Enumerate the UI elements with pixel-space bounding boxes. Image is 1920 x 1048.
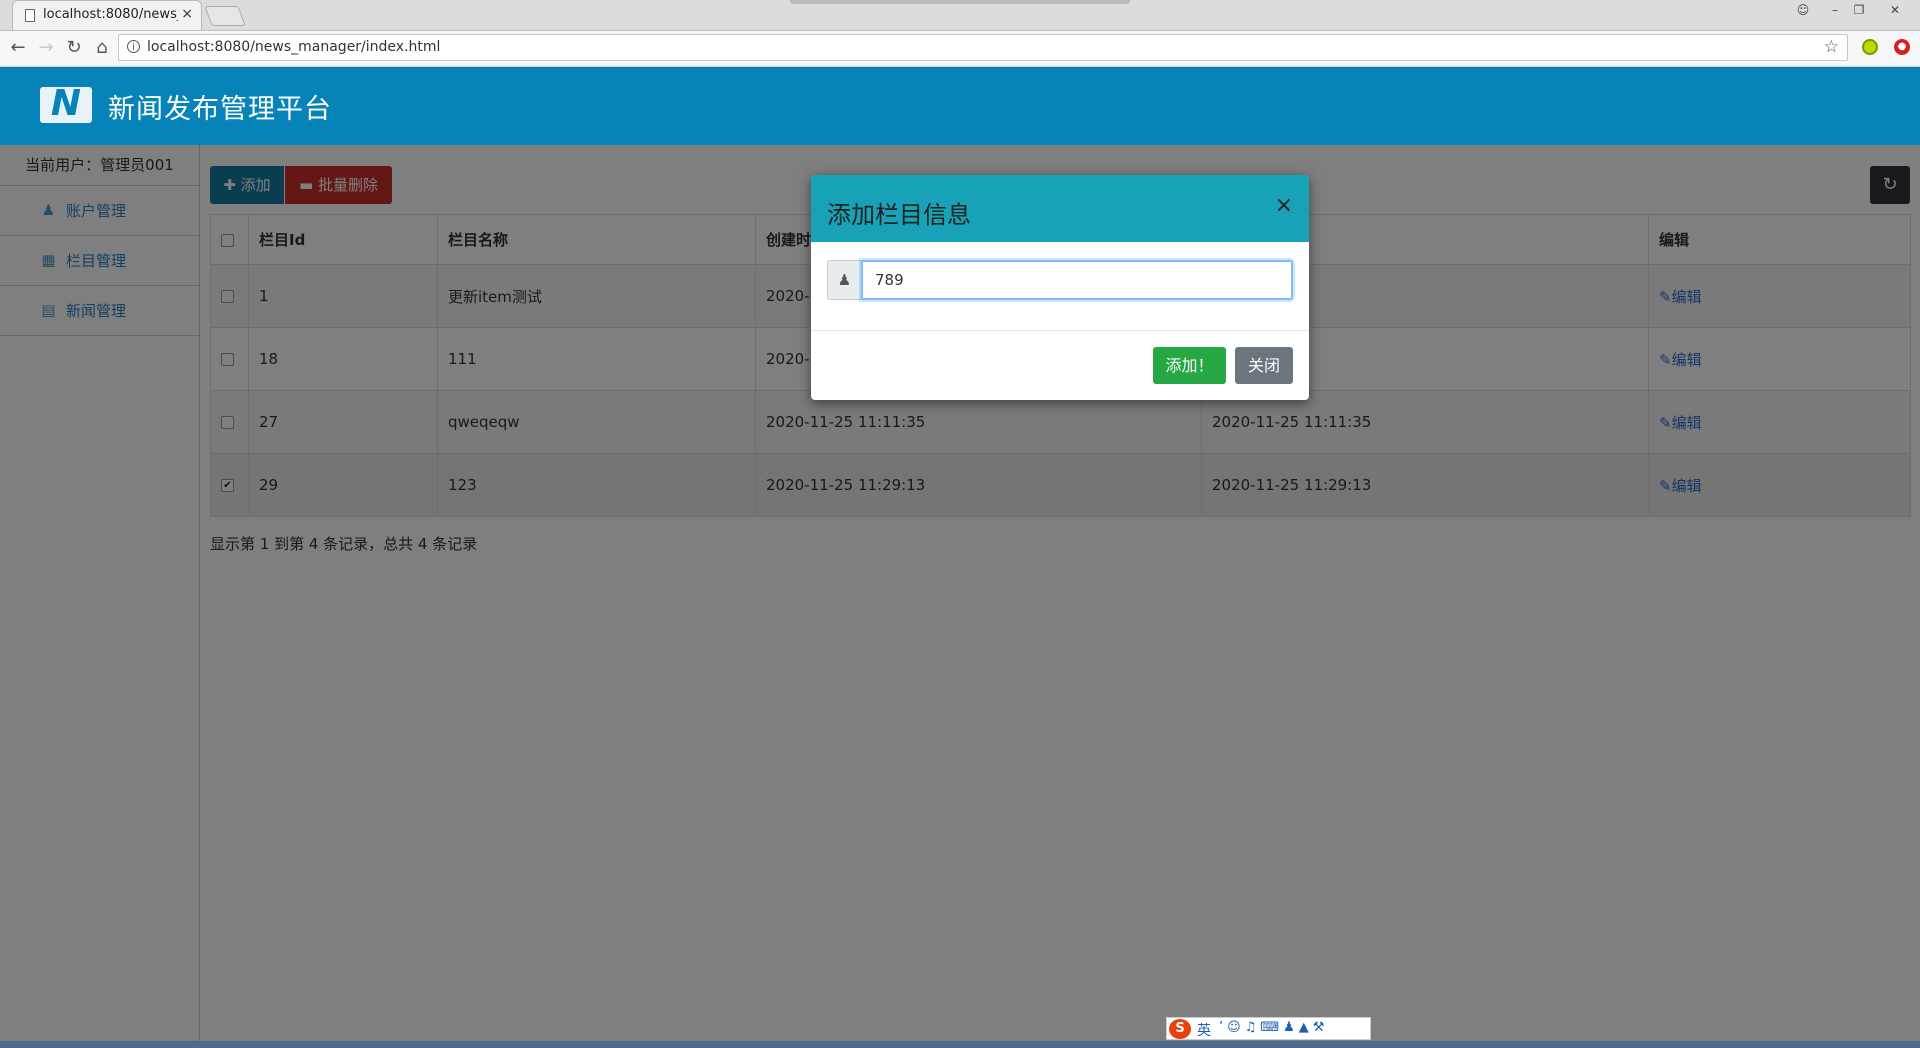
modal-title: 添加栏目信息 (827, 201, 971, 229)
add-column-modal: 添加栏目信息 × ♟ 添加！ 关闭 (811, 175, 1309, 400)
modal-divider (811, 330, 1309, 331)
bookmark-star-icon[interactable]: ☆ (1824, 37, 1839, 57)
browser-toolbar: ← → ↻ ⌂ i localhost:8080/news_manager/in… (0, 31, 1920, 67)
address-bar[interactable]: i localhost:8080/news_manager/index.html… (118, 34, 1848, 61)
user-icon[interactable]: ☺ (1792, 2, 1814, 18)
site-info-icon[interactable]: i (127, 40, 140, 53)
new-tab-button[interactable] (204, 6, 246, 26)
logo: N (40, 83, 92, 124)
column-name-input[interactable] (861, 260, 1293, 300)
user-icon: ♟ (827, 260, 861, 300)
close-icon[interactable]: ✕ (1884, 2, 1906, 18)
column-name-input-group: ♟ (827, 260, 1293, 300)
logo-letter: N (50, 83, 82, 124)
extension-icon[interactable] (1862, 39, 1878, 55)
adblock-extension-icon[interactable]: ● (1894, 39, 1910, 55)
tab-close-icon[interactable]: × (181, 6, 193, 22)
window-grab-strip (790, 0, 1130, 4)
modal-header: 添加栏目信息 × (811, 175, 1309, 242)
os-taskbar (0, 1041, 1920, 1048)
page-icon (25, 9, 35, 22)
restore-icon[interactable]: ❐ (1848, 2, 1870, 18)
browser-tabbar: localhost:8080/news_m × ☺ – ❐ ✕ (0, 0, 1920, 31)
url-text[interactable]: localhost:8080/news_manager/index.html (147, 39, 440, 55)
tab-title: localhost:8080/news_m (43, 7, 178, 22)
close-modal-button[interactable]: 关闭 (1235, 347, 1293, 384)
submit-add-button[interactable]: 添加！ (1153, 347, 1226, 384)
forward-arrow-icon[interactable]: → (34, 37, 58, 59)
app-title: 新闻发布管理平台 (108, 94, 332, 125)
modal-close-icon[interactable]: × (1275, 195, 1293, 217)
app-header: N 新闻发布管理平台 (0, 67, 1920, 145)
back-arrow-icon[interactable]: ← (6, 37, 30, 59)
browser-tab[interactable]: localhost:8080/news_m × (12, 0, 202, 30)
minimize-icon[interactable]: – (1824, 2, 1846, 18)
ime-logo[interactable]: S (1169, 1019, 1191, 1039)
home-icon[interactable]: ⌂ (90, 37, 114, 59)
ime-toolbar: S 英 ’☺♫⌨♟▲⚒ (1166, 1017, 1371, 1040)
ime-language-toggle[interactable]: 英 (1197, 1020, 1211, 1040)
reload-icon[interactable]: ↻ (62, 37, 86, 59)
ime-tool-icons[interactable]: ’☺♫⌨♟▲⚒ (1219, 1020, 1328, 1035)
